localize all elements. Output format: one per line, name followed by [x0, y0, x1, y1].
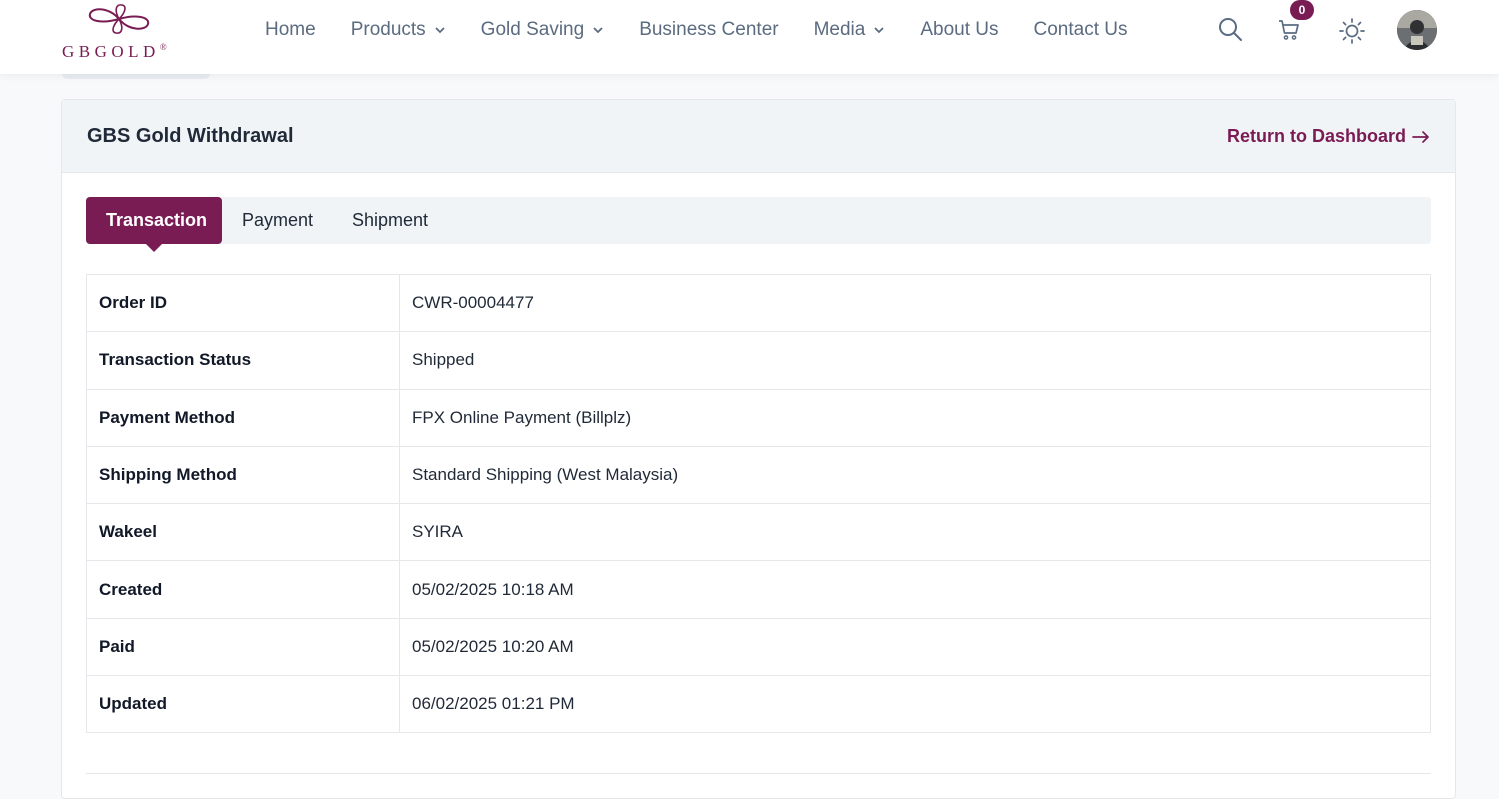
tab-shipment[interactable]: Shipment	[332, 197, 448, 244]
search-icon[interactable]	[1217, 16, 1243, 42]
nav-gold-saving-label: Gold Saving	[480, 19, 585, 40]
shipping-method-value: Standard Shipping (West Malaysia)	[399, 445, 1431, 505]
table-row: Transaction Status Shipped	[86, 331, 1431, 390]
main-nav: Home Products Gold Saving Business Cente…	[265, 18, 1162, 42]
chevron-down-icon	[593, 27, 603, 34]
logo-emblem-icon	[88, 4, 150, 34]
nav-contact-us-label: Contact Us	[1033, 19, 1128, 40]
gbgold-logo[interactable]: GBGOLD®	[62, 2, 182, 62]
chevron-down-icon	[435, 27, 445, 34]
cart-icon[interactable]	[1277, 18, 1301, 42]
table-row: Created 05/02/2025 10:18 AM	[86, 560, 1431, 619]
detail-tabs: Transaction Payment Shipment	[86, 197, 1431, 252]
sun-icon[interactable]	[1338, 17, 1366, 45]
created-label: Created	[86, 560, 400, 619]
nav-home-label: Home	[265, 19, 316, 40]
avatar-image	[1397, 10, 1437, 50]
table-row: Shipping Method Standard Shipping (West …	[86, 445, 1431, 505]
order-id-value: CWR-00004477	[399, 273, 1431, 333]
card-header: GBS Gold Withdrawal Return to Dashboard	[62, 100, 1455, 173]
wakeel-label: Wakeel	[86, 503, 400, 562]
chevron-down-icon	[874, 27, 884, 34]
nav-home[interactable]: Home	[265, 18, 316, 42]
user-avatar[interactable]	[1397, 10, 1437, 50]
site-header: GBGOLD® Home Products Gold Saving Busine…	[0, 0, 1499, 74]
logo-wordmark: GBGOLD®	[62, 42, 167, 61]
tab-transaction[interactable]: Transaction	[86, 197, 222, 244]
table-row: Updated 06/02/2025 01:21 PM	[86, 675, 1431, 734]
status-badge: Shipped	[399, 331, 1431, 390]
cart-count-badge: 0	[1290, 0, 1314, 20]
updated-label: Updated	[86, 675, 400, 734]
table-row: Order ID CWR-00004477	[86, 273, 1431, 333]
transaction-details-table: Order ID CWR-00004477 Transaction Status…	[86, 273, 1431, 734]
nav-business-center[interactable]: Business Center	[639, 18, 778, 42]
payment-method-value: FPX Online Payment (Billplz)	[399, 388, 1431, 447]
paid-value: 05/02/2025 10:20 AM	[399, 617, 1431, 677]
shipping-method-label: Shipping Method	[86, 445, 400, 505]
nav-media-label: Media	[813, 19, 866, 40]
nav-about-us-label: About Us	[920, 19, 999, 40]
transaction-status-label: Transaction Status	[86, 331, 400, 390]
nav-products[interactable]: Products	[351, 18, 446, 42]
header-underlay	[62, 74, 210, 79]
paid-label: Paid	[86, 617, 400, 677]
return-label: Return to Dashboard	[1226, 126, 1406, 146]
created-value: 05/02/2025 10:18 AM	[399, 560, 1431, 619]
withdrawal-card: GBS Gold Withdrawal Return to Dashboard …	[61, 99, 1456, 799]
page-title: GBS Gold Withdrawal	[87, 125, 294, 147]
tab-payment[interactable]: Payment	[222, 197, 333, 244]
table-row: Wakeel SYIRA	[86, 503, 1431, 562]
section-divider	[86, 773, 1431, 774]
table-row: Payment Method FPX Online Payment (Billp…	[86, 388, 1431, 447]
return-to-dashboard-link[interactable]: Return to Dashboard	[1227, 126, 1430, 147]
order-id-label: Order ID	[86, 273, 400, 333]
nav-gold-saving[interactable]: Gold Saving	[481, 18, 605, 42]
updated-value: 06/02/2025 01:21 PM	[399, 675, 1431, 734]
nav-products-label: Products	[350, 19, 426, 40]
wakeel-value: SYIRA	[399, 503, 1431, 562]
payment-method-label: Payment Method	[86, 388, 400, 447]
nav-media[interactable]: Media	[814, 18, 886, 42]
table-row: Paid 05/02/2025 10:20 AM	[86, 617, 1431, 677]
nav-about-us[interactable]: About Us	[920, 18, 998, 42]
active-tab-pointer	[146, 244, 162, 252]
arrow-right-icon	[1412, 130, 1429, 143]
nav-business-center-label: Business Center	[639, 19, 779, 40]
nav-contact-us[interactable]: Contact Us	[1034, 18, 1128, 42]
